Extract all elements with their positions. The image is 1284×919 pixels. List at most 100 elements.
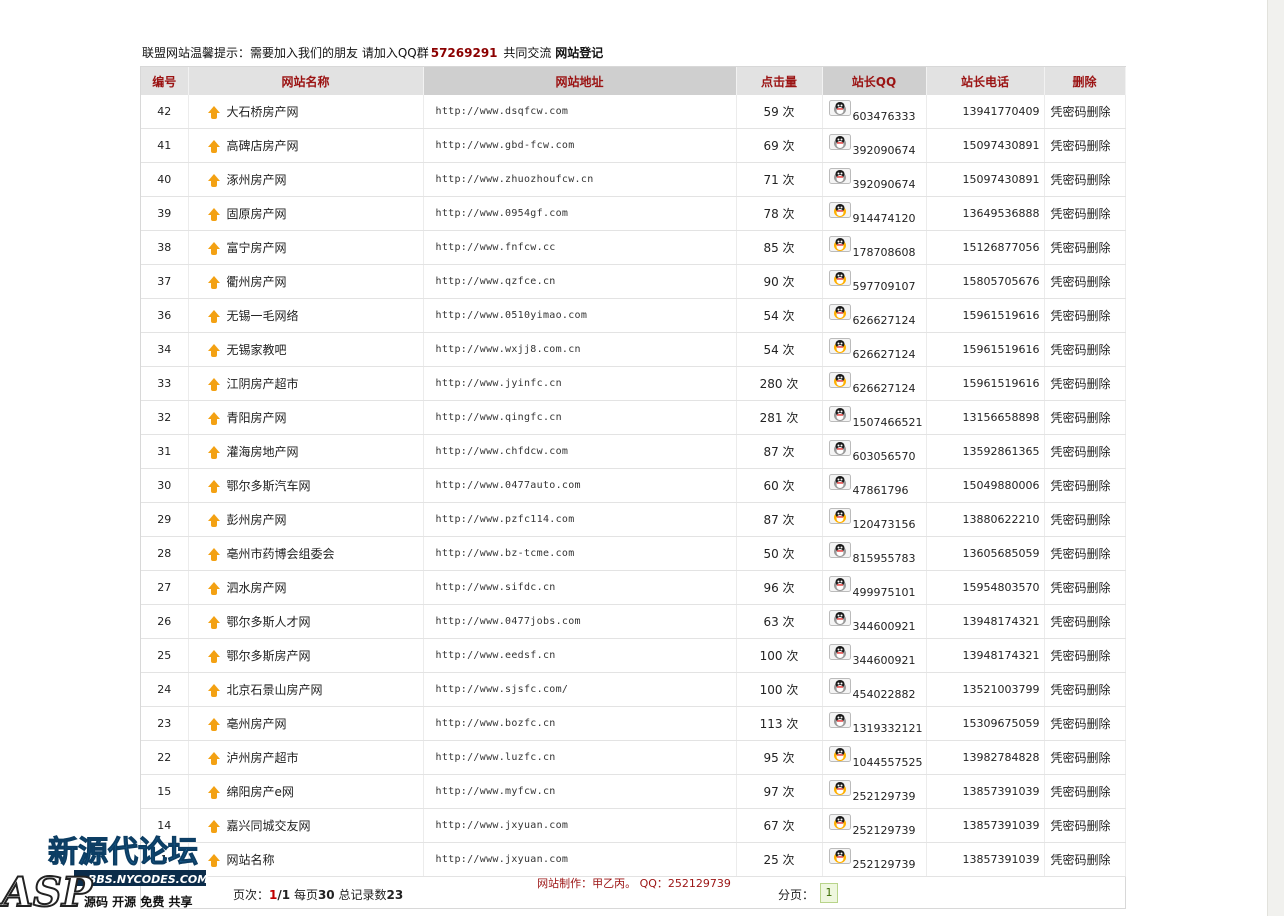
qq-offline-icon[interactable] [828, 678, 851, 694]
site-url[interactable]: http://www.0477jobs.com [423, 604, 737, 639]
site-url[interactable]: http://www.pzfc114.com [423, 502, 737, 537]
delete-with-password-link[interactable]: 凭密码删除 [1044, 298, 1126, 333]
qq-offline-icon[interactable] [828, 440, 851, 456]
site-url[interactable]: http://www.qingfc.cn [423, 400, 737, 435]
delete-with-password-link[interactable]: 凭密码删除 [1044, 706, 1126, 741]
qq-offline-icon[interactable] [828, 610, 851, 626]
site-url[interactable]: http://www.zhuozhoufcw.cn [423, 162, 737, 197]
site-name[interactable]: 青阳房产网 [227, 411, 287, 425]
qq-online-icon[interactable] [828, 814, 851, 830]
qq-offline-icon[interactable] [828, 168, 851, 184]
qq-offline-icon[interactable] [828, 712, 851, 728]
delete-with-password-link[interactable]: 凭密码删除 [1044, 502, 1126, 537]
site-url[interactable]: http://www.0510yimao.com [423, 298, 737, 333]
site-name[interactable]: 彭州房产网 [227, 513, 287, 527]
delete-with-password-link[interactable]: 凭密码删除 [1044, 400, 1126, 435]
site-name[interactable]: 大石桥房产网 [227, 105, 299, 119]
site-name[interactable]: 富宁房产网 [227, 241, 287, 255]
site-url[interactable]: http://www.eedsf.cn [423, 638, 737, 673]
qq-online-icon[interactable] [828, 338, 851, 354]
site-name[interactable]: 北京石景山房产网 [227, 683, 323, 697]
owner-phone: 13857391039 [926, 808, 1045, 843]
site-name[interactable]: 江阴房产超市 [227, 377, 299, 391]
qq-offline-icon[interactable] [828, 406, 851, 422]
qq-online-icon[interactable] [828, 848, 851, 864]
delete-with-password-link[interactable]: 凭密码删除 [1044, 366, 1126, 401]
scrollbar[interactable] [1267, 0, 1284, 916]
delete-with-password-link[interactable]: 凭密码删除 [1044, 774, 1126, 809]
delete-with-password-link[interactable]: 凭密码删除 [1044, 196, 1126, 231]
qq-offline-icon[interactable] [828, 644, 851, 660]
qq-online-icon[interactable] [828, 372, 851, 388]
delete-with-password-link[interactable]: 凭密码删除 [1044, 264, 1126, 299]
site-url[interactable]: http://www.bz-tcme.com [423, 536, 737, 571]
site-name-cell: 网站名称 [188, 842, 424, 877]
site-url[interactable]: http://www.wxjj8.com.cn [423, 332, 737, 367]
site-url[interactable]: http://www.gbd-fcw.com [423, 128, 737, 163]
qq-online-icon[interactable] [828, 746, 851, 762]
qq-online-icon[interactable] [828, 270, 851, 286]
site-name[interactable]: 无锡家教吧 [227, 343, 287, 357]
site-name[interactable]: 涿州房产网 [227, 173, 287, 187]
row-id: 42 [141, 95, 189, 129]
delete-with-password-link[interactable]: 凭密码删除 [1044, 638, 1126, 673]
delete-with-password-link[interactable]: 凭密码删除 [1044, 162, 1126, 197]
site-name[interactable]: 鄂尔多斯人才网 [227, 615, 311, 629]
register-link[interactable]: 网站登记 [555, 46, 603, 60]
delete-with-password-link[interactable]: 凭密码删除 [1044, 128, 1126, 163]
site-name[interactable]: 衢州房产网 [227, 275, 287, 289]
site-url[interactable]: http://www.sifdc.cn [423, 570, 737, 605]
delete-with-password-link[interactable]: 凭密码删除 [1044, 332, 1126, 367]
delete-with-password-link[interactable]: 凭密码删除 [1044, 536, 1126, 571]
qq-online-icon[interactable] [828, 780, 851, 796]
delete-with-password-link[interactable]: 凭密码删除 [1044, 604, 1126, 639]
site-name[interactable]: 泸州房产超市 [227, 751, 299, 765]
qq-online-icon[interactable] [828, 304, 851, 320]
qq-offline-icon[interactable] [828, 134, 851, 150]
site-name[interactable]: 鄂尔多斯汽车网 [227, 479, 311, 493]
qq-offline-icon[interactable] [828, 542, 851, 558]
site-name[interactable]: 亳州市药博会组委会 [227, 547, 335, 561]
delete-with-password-link[interactable]: 凭密码删除 [1044, 672, 1126, 707]
site-name[interactable]: 网站名称 [227, 853, 275, 867]
delete-with-password-link[interactable]: 凭密码删除 [1044, 808, 1126, 843]
site-name[interactable]: 灌海房地产网 [227, 445, 299, 459]
site-name[interactable]: 高碑店房产网 [227, 139, 299, 153]
delete-with-password-link[interactable]: 凭密码删除 [1044, 842, 1126, 877]
delete-with-password-link[interactable]: 凭密码删除 [1044, 570, 1126, 605]
site-name[interactable]: 亳州房产网 [227, 717, 287, 731]
site-url[interactable]: http://www.jxyuan.com [423, 808, 737, 843]
delete-with-password-link[interactable]: 凭密码删除 [1044, 740, 1126, 775]
delete-with-password-link[interactable]: 凭密码删除 [1044, 95, 1126, 129]
site-url[interactable]: http://www.jxyuan.com [423, 842, 737, 877]
qq-online-icon[interactable] [828, 508, 851, 524]
owner-qq-cell: 603476333 [822, 95, 927, 129]
qq-offline-icon[interactable] [828, 576, 851, 592]
site-name-cell: 鄂尔多斯人才网 [188, 604, 424, 639]
site-name[interactable]: 鄂尔多斯房产网 [227, 649, 311, 663]
delete-with-password-link[interactable]: 凭密码删除 [1044, 434, 1126, 469]
site-url[interactable]: http://www.myfcw.cn [423, 774, 737, 809]
site-url[interactable]: http://www.jyinfc.cn [423, 366, 737, 401]
site-name[interactable]: 泗水房产网 [227, 581, 287, 595]
site-url[interactable]: http://www.0954gf.com [423, 196, 737, 231]
site-name[interactable]: 嘉兴同城交友网 [227, 819, 311, 833]
site-url[interactable]: http://www.luzfc.cn [423, 740, 737, 775]
delete-with-password-link[interactable]: 凭密码删除 [1044, 230, 1126, 265]
qq-online-icon[interactable] [828, 202, 851, 218]
site-name-cell: 泗水房产网 [188, 570, 424, 605]
qq-offline-icon[interactable] [828, 474, 851, 490]
site-url[interactable]: http://www.sjsfc.com/ [423, 672, 737, 707]
site-url[interactable]: http://www.chfdcw.com [423, 434, 737, 469]
site-name[interactable]: 无锡一毛网络 [227, 309, 299, 323]
site-name[interactable]: 绵阳房产e网 [227, 785, 294, 799]
site-url[interactable]: http://www.fnfcw.cc [423, 230, 737, 265]
qq-offline-icon[interactable] [828, 100, 851, 116]
site-name[interactable]: 固原房产网 [227, 207, 287, 221]
site-url[interactable]: http://www.0477auto.com [423, 468, 737, 503]
qq-online-icon[interactable] [828, 236, 851, 252]
delete-with-password-link[interactable]: 凭密码删除 [1044, 468, 1126, 503]
site-url[interactable]: http://www.dsqfcw.com [423, 95, 737, 129]
site-url[interactable]: http://www.qzfce.cn [423, 264, 737, 299]
site-url[interactable]: http://www.bozfc.cn [423, 706, 737, 741]
